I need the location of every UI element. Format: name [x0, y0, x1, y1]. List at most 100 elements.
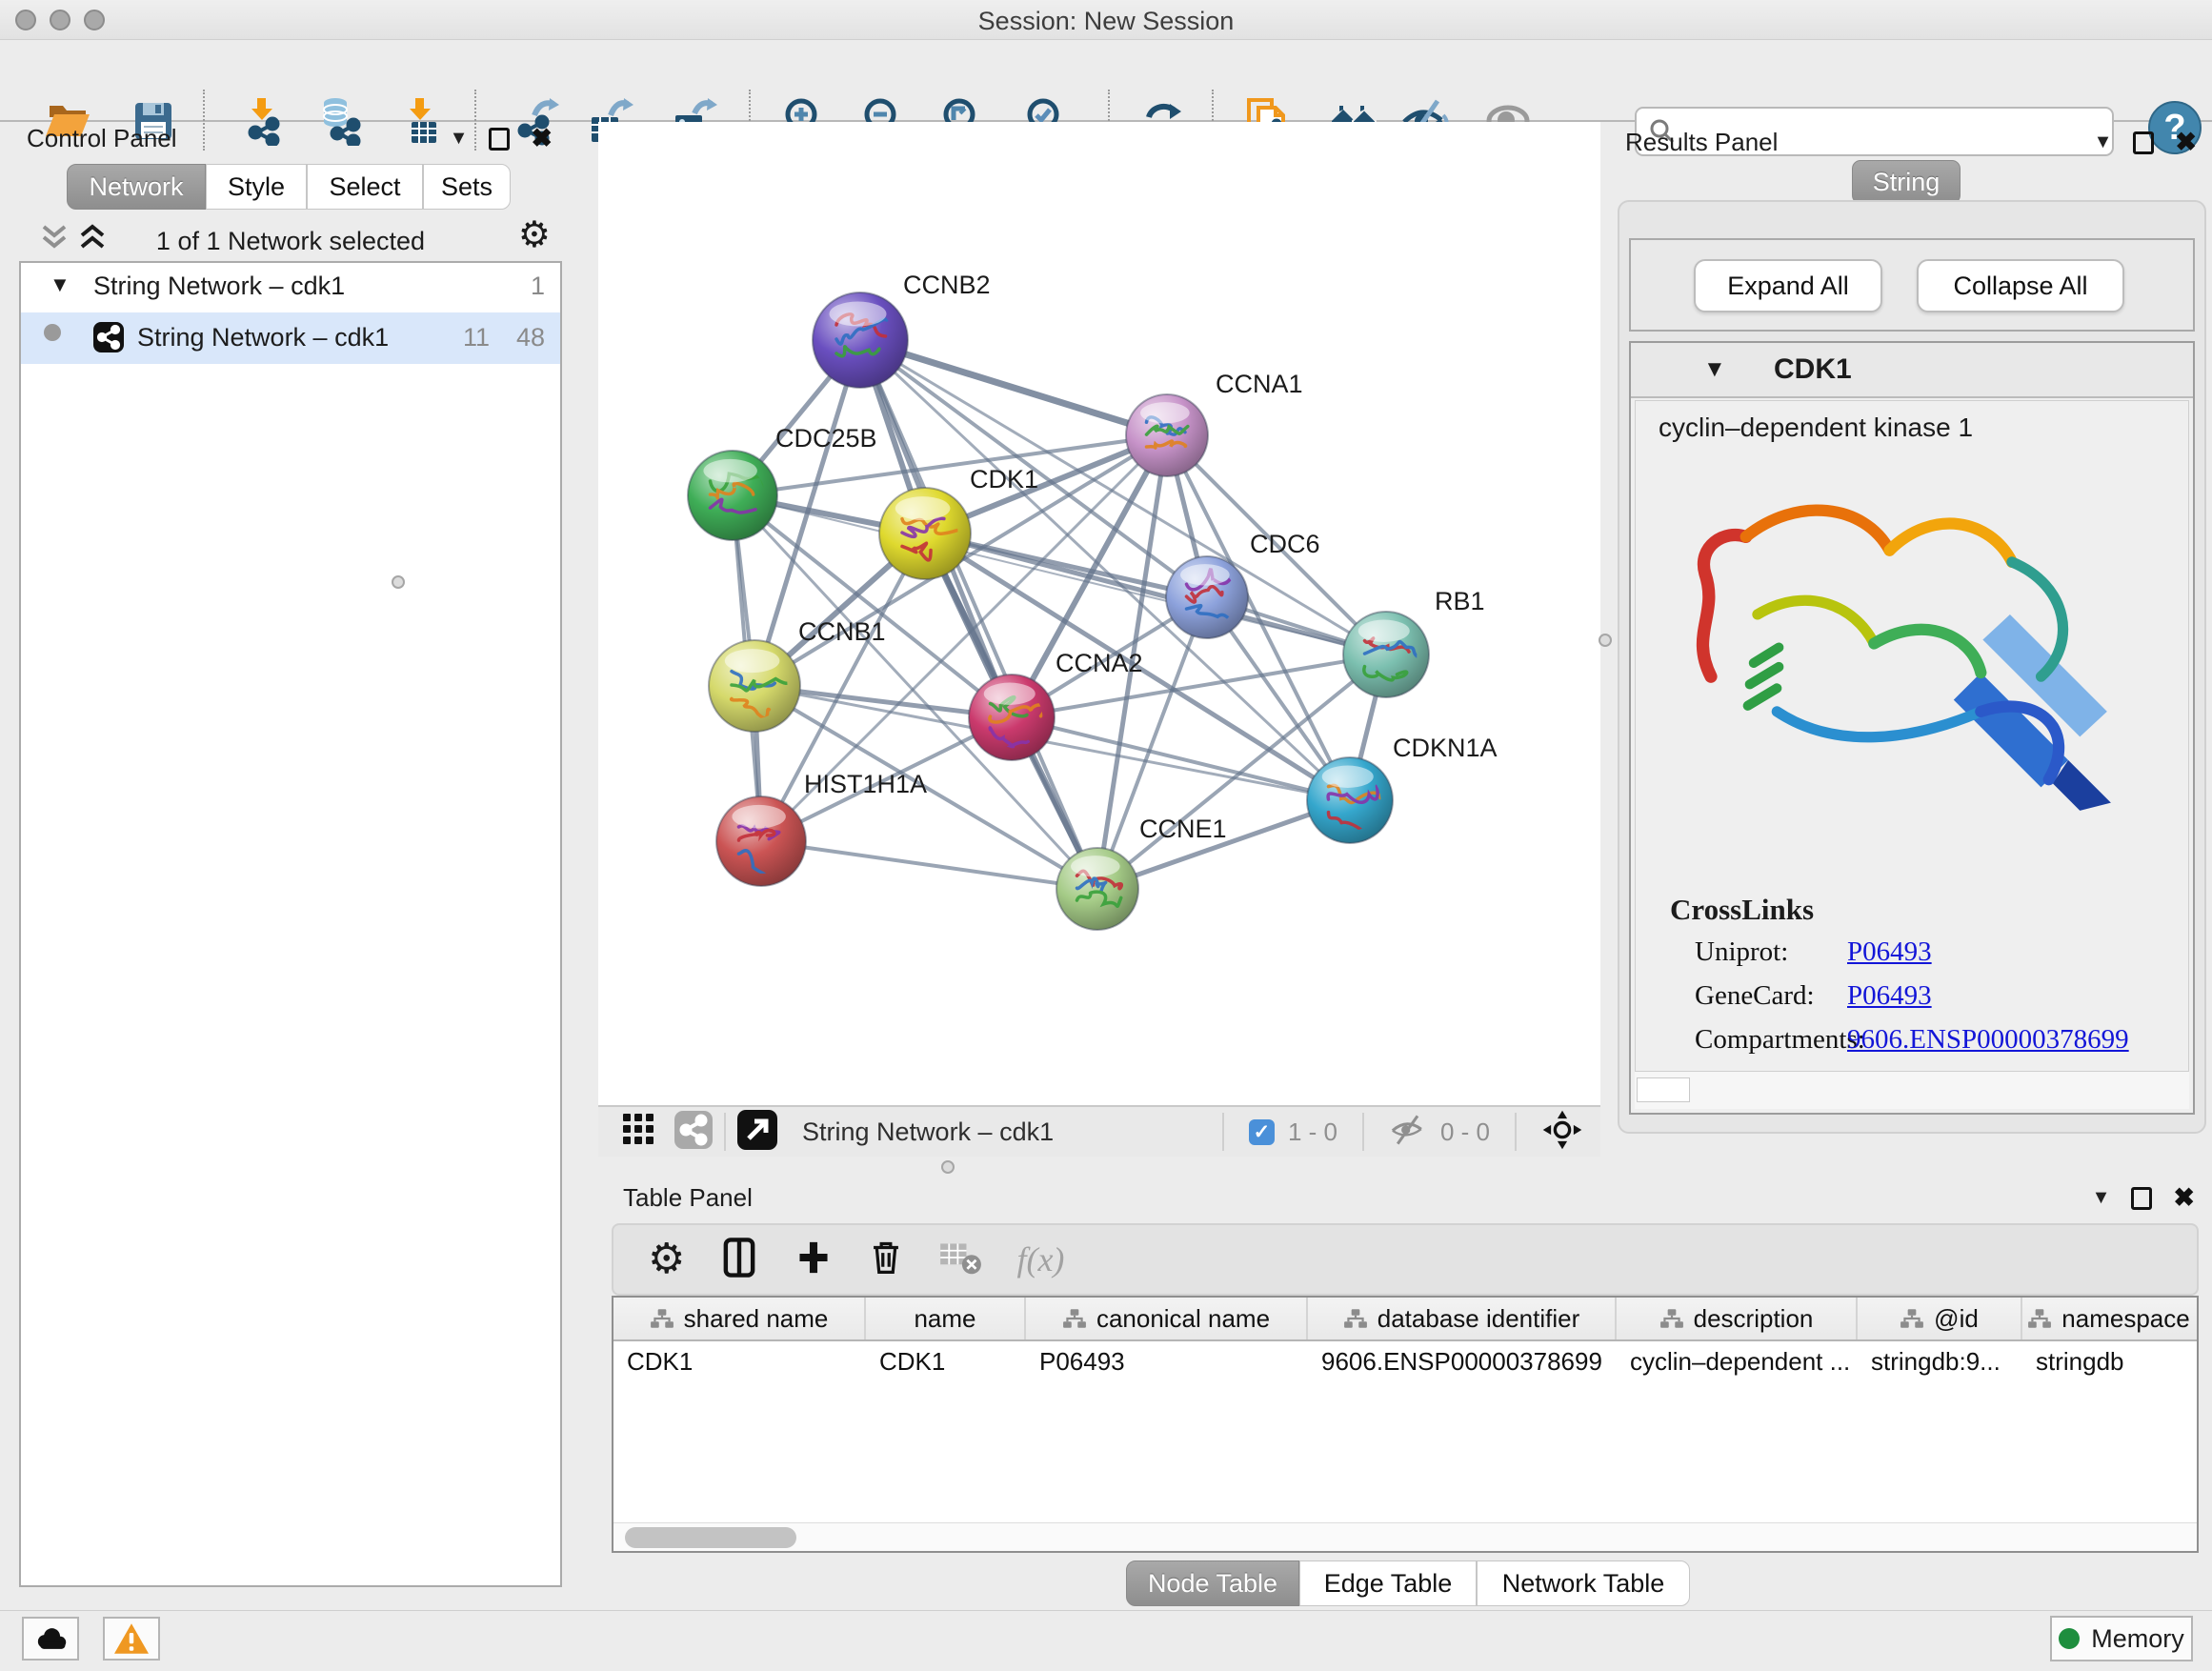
delete-table-icon[interactable] [938, 1238, 984, 1281]
collapse-all-button[interactable]: Collapse All [1917, 259, 2124, 312]
node-label-CCNB2: CCNB2 [903, 271, 991, 299]
strip-separator [1515, 1113, 1517, 1151]
selected-counts: 1 - 0 [1288, 1117, 1337, 1147]
cell-id[interactable]: stringdb:9... [1858, 1341, 2022, 1381]
panel-close-icon[interactable]: ✖ [2173, 1185, 2195, 1211]
cell-database-identifier[interactable]: 9606.ENSP00000378699 [1308, 1341, 1617, 1381]
panel-menu-icon[interactable]: ▼ [2092, 1187, 2111, 1209]
tab-node-table[interactable]: Node Table [1126, 1560, 1299, 1606]
cytoscape-window: Session: New Session [0, 0, 2212, 1671]
network-collection-label: String Network – cdk1 [93, 272, 345, 301]
network-collection-row[interactable]: ▼ String Network – cdk1 1 [21, 263, 560, 312]
results-panel: Results Panel ▼ ✖ String Expand All Coll… [1612, 122, 2212, 1141]
network-tree: ▼ String Network – cdk1 1 String Network… [19, 261, 562, 1587]
hidden-eye-icon[interactable] [1389, 1111, 1427, 1154]
splitter-handle[interactable] [392, 575, 405, 589]
results-panel-title: Results Panel [1625, 128, 1778, 157]
strip-separator [1222, 1113, 1224, 1151]
create-column-icon[interactable] [794, 1236, 834, 1284]
warning-button[interactable] [103, 1617, 160, 1661]
panel-close-icon[interactable]: ✖ [2175, 130, 2197, 155]
panel-menu-icon[interactable]: ▼ [450, 128, 469, 150]
function-builder-icon[interactable]: f(x) [1016, 1239, 1064, 1279]
string-results-box: Expand All Collapse All ▼ CDK1 cyclin–de… [1618, 200, 2206, 1134]
network-canvas[interactable]: CCNB2CCNA1CDC25BCDK1CDC6RB1CCNB1CCNA2CDK… [598, 122, 1600, 1105]
cell-namespace[interactable]: stringdb [2022, 1341, 2195, 1381]
network-row[interactable]: String Network – cdk1 11 48 [21, 312, 560, 364]
network-edge[interactable] [761, 841, 1097, 889]
node-label-CDC6: CDC6 [1250, 530, 1320, 558]
network-overview-icon[interactable] [674, 1111, 713, 1154]
cell-name[interactable]: CDK1 [866, 1341, 1026, 1381]
cell-description[interactable]: cyclin–dependent ... [1617, 1341, 1858, 1381]
column-header[interactable]: database identifier [1308, 1298, 1617, 1339]
column-header[interactable]: description [1617, 1298, 1858, 1339]
splitter-handle[interactable] [1599, 634, 1612, 647]
main-toolbar: ? [0, 40, 2212, 122]
node-label-CDKN1A: CDKN1A [1393, 734, 1498, 762]
memory-button[interactable]: Memory [2050, 1616, 2193, 1661]
crosslinks-title: CrossLinks [1670, 893, 1814, 927]
node-label-HIST1H1A: HIST1H1A [804, 770, 927, 798]
detach-view-icon[interactable] [737, 1110, 777, 1155]
tree-expander-icon[interactable]: ▼ [50, 272, 70, 297]
crosslink-link[interactable]: P06493 [1847, 936, 1932, 968]
panel-close-icon[interactable]: ✖ [531, 126, 553, 151]
tab-select[interactable]: Select [307, 164, 423, 210]
network-options-gear-icon[interactable]: ⚙ [518, 217, 551, 253]
node-highlight [703, 459, 756, 482]
network-label: String Network – cdk1 [137, 323, 389, 352]
panel-float-icon[interactable] [2131, 1187, 2152, 1210]
crosslink-link[interactable]: 9606.ENSP00000378699 [1847, 1024, 2129, 1056]
column-network-icon [1659, 1308, 1684, 1329]
panel-float-icon[interactable] [489, 128, 510, 151]
strip-separator [724, 1113, 726, 1151]
column-header[interactable]: canonical name [1026, 1298, 1308, 1339]
protein-header[interactable]: ▼ CDK1 [1631, 343, 2193, 398]
column-header[interactable]: @id [1858, 1298, 2022, 1339]
panel-float-icon[interactable] [2133, 131, 2154, 154]
tab-string[interactable]: String [1852, 160, 1961, 204]
expand-all-button[interactable]: Expand All [1694, 259, 1882, 312]
fit-selected-crosshair-icon[interactable] [1541, 1109, 1583, 1156]
crosslink-label: GeneCard: [1695, 980, 1815, 1012]
network-edge[interactable] [860, 340, 1097, 889]
table-panel-title: Table Panel [623, 1183, 753, 1213]
delete-column-icon[interactable] [866, 1236, 906, 1284]
tab-network[interactable]: Network [67, 164, 206, 210]
column-header[interactable]: shared name [613, 1298, 866, 1339]
selected-checkbox-icon[interactable]: ✓ [1249, 1119, 1275, 1145]
warning-icon [112, 1621, 151, 1656]
tab-network-table[interactable]: Network Table [1477, 1560, 1690, 1606]
node-highlight [1180, 564, 1230, 585]
birdseye-view-icon[interactable] [621, 1112, 657, 1153]
protein-description: cyclin–dependent kinase 1 [1659, 413, 1973, 443]
control-panel-title: Control Panel [27, 124, 177, 153]
protein-result-box: ▼ CDK1 cyclin–dependent kinase 1 [1629, 341, 2195, 1115]
table-options-gear-icon[interactable]: ⚙ [648, 1238, 685, 1280]
protein-scrollbar[interactable] [1635, 1071, 2189, 1109]
cell-canonical-name[interactable]: P06493 [1026, 1341, 1308, 1381]
show-columns-icon[interactable] [717, 1234, 761, 1286]
column-header[interactable]: name [866, 1298, 1026, 1339]
tab-sets[interactable]: Sets [423, 164, 511, 210]
panel-menu-icon[interactable]: ▼ [2094, 131, 2113, 153]
node-highlight [725, 649, 780, 673]
window-title: Session: New Session [0, 7, 2212, 36]
crosslink-link[interactable]: P06493 [1847, 980, 1932, 1012]
network-view-toolbar: String Network – cdk1 ✓ 1 - 0 0 - 0 [598, 1105, 1600, 1157]
node-label-CCNA2: CCNA2 [1056, 649, 1143, 677]
node-highlight [1071, 856, 1120, 876]
tab-style[interactable]: Style [206, 164, 307, 210]
column-header[interactable]: namespace [2022, 1298, 2195, 1339]
table-row[interactable]: CDK1 CDK1 P06493 9606.ENSP00000378699 cy… [613, 1341, 2197, 1381]
collapse-section-icon[interactable]: ▼ [1703, 356, 1726, 383]
cell-shared-name[interactable]: CDK1 [613, 1341, 866, 1381]
table-horizontal-scrollbar[interactable] [613, 1522, 2197, 1551]
tab-edge-table[interactable]: Edge Table [1299, 1560, 1477, 1606]
cloud-button[interactable] [22, 1617, 79, 1661]
splitter-handle[interactable] [941, 1160, 955, 1174]
node-highlight [895, 496, 951, 520]
node-highlight [1322, 766, 1374, 788]
protein-structure-image [1660, 468, 2165, 868]
